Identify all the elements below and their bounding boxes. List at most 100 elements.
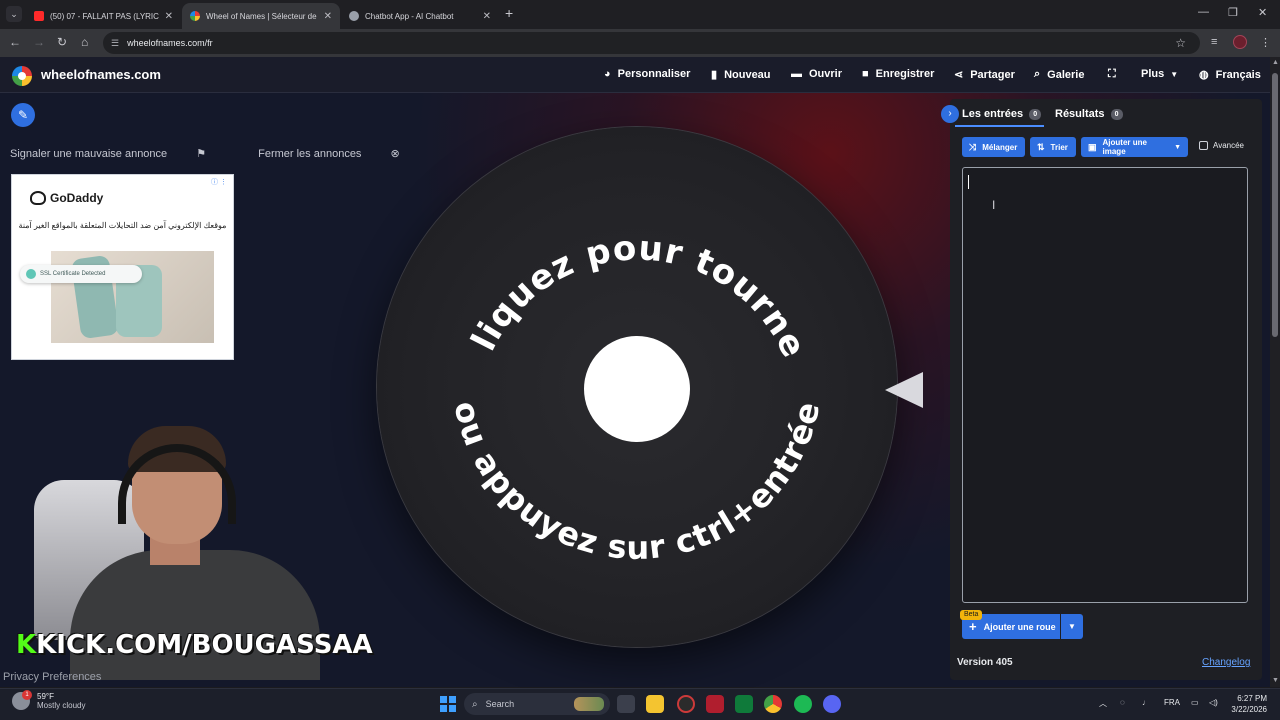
wheel-pointer-icon <box>885 372 923 408</box>
page-scrollbar[interactable]: ▲ ▼ <box>1270 57 1280 687</box>
entries-textarea[interactable] <box>962 167 1248 603</box>
reload-icon[interactable]: ↻ <box>57 35 67 49</box>
shuffle-label: Mélanger <box>982 142 1018 152</box>
network-icon[interactable]: ▭ <box>1191 698 1199 707</box>
chrome-icon[interactable] <box>764 695 782 713</box>
advanced-checkbox[interactable] <box>1199 141 1208 150</box>
sort-button[interactable]: ⇅ Trier <box>1030 137 1076 157</box>
collapse-panel-button[interactable]: › <box>941 105 959 123</box>
open-button[interactable]: ▬ Ouvrir <box>791 68 842 80</box>
app-icon[interactable] <box>677 695 695 713</box>
report-ad-label: Signaler une mauvaise annonce <box>10 148 168 160</box>
clock-date: 3/22/2026 <box>1231 705 1267 714</box>
sort-label: Trier <box>1050 142 1068 152</box>
close-icon[interactable]: ✕ <box>165 11 173 22</box>
customize-button[interactable]: ◕ Personnaliser <box>604 68 690 80</box>
tray-app-icon[interactable]: ◌ <box>1120 698 1125 707</box>
media-control-icon[interactable]: ≡ <box>1211 36 1217 48</box>
streamer-body <box>70 550 320 680</box>
site-header: wheelofnames.com ◕ Personnaliser ▮ Nouve… <box>0 57 1270 93</box>
language-button[interactable]: ◍ Français <box>1199 68 1261 82</box>
tab-results[interactable]: Résultats 0 <box>1055 108 1123 120</box>
language-indicator[interactable]: FRA <box>1164 698 1180 707</box>
terminal-app-icon[interactable] <box>735 695 753 713</box>
close-icon[interactable]: ✕ <box>483 11 491 22</box>
tab-title: Chatbot App - AI Chatbot <box>365 11 454 21</box>
home-icon[interactable]: ⌂ <box>81 35 88 49</box>
notification-badge: 1 <box>22 690 32 700</box>
browser-menu-icon[interactable]: ⋮ <box>1260 36 1271 49</box>
advanced-toggle[interactable]: Avancée <box>1199 141 1244 150</box>
microphone-icon[interactable]: ♩ <box>1142 698 1150 707</box>
weather-cloud-icon: 1 <box>12 690 32 710</box>
browser-tab-strip: ⌄ (50) 07 - FALLAIT PAS (LYRIC VI ✕ Whee… <box>0 0 1280 29</box>
privacy-preferences-link[interactable]: Privacy Preferences <box>3 671 101 683</box>
weather-widget[interactable]: 1 59°F Mostly cloudy <box>12 690 86 710</box>
wheel-disc[interactable]: Cliquez pour tourner ou appuyez sur ctrl… <box>377 127 897 647</box>
wheel[interactable]: Cliquez pour tourner ou appuyez sur ctrl… <box>377 127 897 647</box>
spotify-icon[interactable] <box>794 695 812 713</box>
file-explorer-icon[interactable] <box>646 695 664 713</box>
add-wheel-dropdown[interactable]: ▼ <box>1061 614 1083 639</box>
add-image-button[interactable]: ▣ Ajouter une image ▼ <box>1081 137 1188 157</box>
address-bar[interactable]: ☰ wheelofnames.com/fr ☆ <box>103 32 1200 54</box>
flag-icon: ⚑ <box>196 148 207 160</box>
discord-icon[interactable] <box>823 695 841 713</box>
site-info-icon[interactable]: ☰ <box>111 38 119 49</box>
weather-desc: Mostly cloudy <box>37 701 86 710</box>
scroll-up-icon[interactable]: ▲ <box>1272 59 1279 66</box>
more-menu-button[interactable]: Plus ▼ <box>1141 68 1178 80</box>
ssl-badge-label: SSL Certificate Detected <box>40 271 106 277</box>
save-button[interactable]: ■ Enregistrer <box>862 68 934 80</box>
advertisement[interactable]: ⓘ ⋮ GoDaddy موقعك الإلكتروني آمن ضد التح… <box>11 174 234 360</box>
image-icon: ▣ <box>1088 141 1097 152</box>
wheel-top-text: Cliquez pour tourner <box>377 127 813 364</box>
tab-title: Wheel of Names | Sélecteur de <box>206 11 317 21</box>
new-tab-button[interactable]: + <box>505 5 513 21</box>
text-cursor-icon: I <box>992 198 996 212</box>
windows-start-icon[interactable] <box>440 696 456 712</box>
scrollbar-thumb[interactable] <box>1272 73 1278 337</box>
tab-search-icon[interactable]: ⌄ <box>6 6 22 22</box>
edit-pencil-button[interactable]: ✎ <box>11 103 35 127</box>
tab-youtube[interactable]: (50) 07 - FALLAIT PAS (LYRIC VI ✕ <box>26 3 181 29</box>
advanced-label: Avancée <box>1213 141 1244 150</box>
godaddy-logo-icon <box>30 191 46 205</box>
volume-icon[interactable]: ◁) <box>1209 698 1218 707</box>
fullscreen-button[interactable]: ⛶ <box>1108 68 1123 81</box>
fullscreen-icon: ⛶ <box>1108 68 1116 80</box>
tab-entries[interactable]: Les entrées 0 <box>962 108 1042 120</box>
profile-avatar[interactable] <box>1233 35 1247 49</box>
wheel-logo-icon[interactable] <box>12 66 32 86</box>
scroll-down-icon[interactable]: ▼ <box>1272 677 1279 684</box>
new-button[interactable]: ▮ Nouveau <box>711 68 771 82</box>
wheel-center[interactable] <box>584 336 690 442</box>
gallery-button[interactable]: ⌕ Galerie <box>1034 68 1084 81</box>
add-image-label: Ajouter une image <box>1102 138 1147 156</box>
share-button[interactable]: ⋖ Partager <box>954 68 1015 82</box>
taskbar-search[interactable]: ⌕ Search <box>464 693 610 715</box>
tab-wheel-of-names[interactable]: Wheel of Names | Sélecteur de ✕ <box>182 3 340 29</box>
report-ad-link[interactable]: Signaler une mauvaise annonce ⚑ <box>10 147 232 160</box>
ad-choices-icon[interactable]: ⓘ ⋮ <box>211 177 227 187</box>
taskbar-clock[interactable]: 6:27 PM 3/22/2026 <box>1225 693 1267 715</box>
language-label: Français <box>1215 68 1261 81</box>
more-label: Plus <box>1141 68 1165 80</box>
open-label: Ouvrir <box>809 68 843 80</box>
youtube-icon <box>34 11 44 21</box>
site-name[interactable]: wheelofnames.com <box>41 67 161 82</box>
close-icon[interactable]: ✕ <box>324 11 332 22</box>
forward-icon[interactable]: → <box>33 35 45 49</box>
task-view-icon[interactable] <box>617 695 635 713</box>
adobe-icon[interactable] <box>706 695 724 713</box>
back-icon[interactable]: ← <box>9 35 21 49</box>
changelog-link[interactable]: Changelog <box>1202 657 1250 668</box>
window-close-icon[interactable]: ✕ <box>1258 6 1267 19</box>
folder-icon: ▬ <box>791 68 802 80</box>
bookmark-star-icon[interactable]: ☆ <box>1175 36 1186 50</box>
shuffle-button[interactable]: ⤨ Mélanger <box>962 137 1025 157</box>
tray-overflow-icon[interactable]: ︿ <box>1099 698 1107 709</box>
tab-chatbot[interactable]: Chatbot App - AI Chatbot ✕ <box>341 3 499 29</box>
minimize-icon[interactable]: — <box>1198 6 1209 18</box>
restore-icon[interactable]: ❐ <box>1228 6 1238 19</box>
